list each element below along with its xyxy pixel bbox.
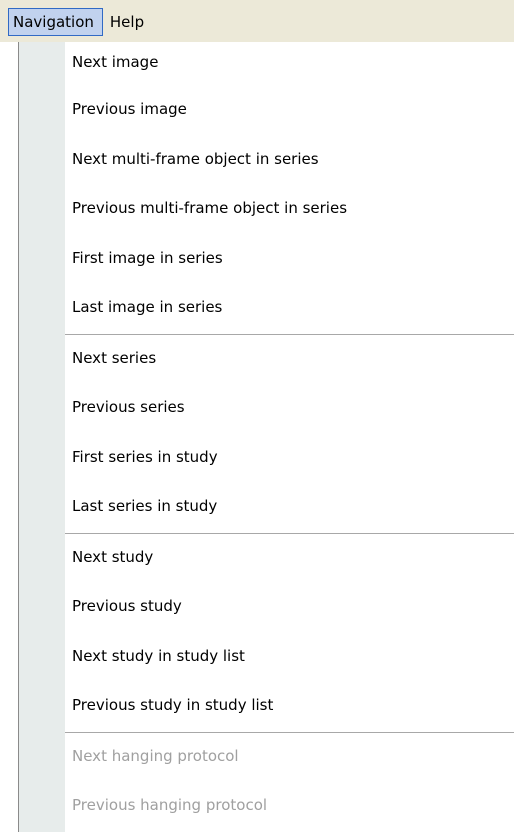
menu-item-previous-series[interactable]: Previous series (19, 384, 514, 434)
menu-item-next-image[interactable]: Next image (19, 42, 514, 86)
menu-item-last-image-in-series[interactable]: Last image in series (19, 284, 514, 334)
menu-item-previous-hanging-protocol: Previous hanging protocol (72, 796, 268, 814)
menu-item-next-study[interactable]: Next study (19, 534, 514, 584)
menu-item-next-series[interactable]: Next series (19, 335, 514, 385)
menu-item-previous-image[interactable]: Previous image (19, 86, 514, 136)
menu-bar: Navigation Help (0, 0, 514, 42)
menu-item-next-hanging-protocol: Next hanging protocol (72, 746, 239, 765)
menu-item-first-image-in-series[interactable]: First image in series (19, 235, 514, 285)
menu-item-last-series-in-study[interactable]: Last series in study (19, 483, 514, 533)
menu-navigation[interactable]: Navigation (8, 8, 103, 36)
menu-help[interactable]: Help (106, 8, 152, 36)
menu-item-previous-study[interactable]: Previous study (19, 583, 514, 633)
menu-item-previous-study-in-study-list[interactable]: Previous study in study list (19, 682, 514, 732)
menu-item-next-multiframe-object[interactable]: Next multi-frame object in series (19, 136, 514, 186)
menu-item-list: Next image Previous image Next multi-fra… (19, 42, 514, 832)
menu-item-first-series-in-study[interactable]: First series in study (19, 434, 514, 484)
menu-item-previous-multiframe-object[interactable]: Previous multi-frame object in series (19, 185, 514, 235)
menu-item-next-study-in-study-list[interactable]: Next study in study list (19, 633, 514, 683)
navigation-dropdown-menu: Next image Previous image Next multi-fra… (18, 42, 514, 832)
